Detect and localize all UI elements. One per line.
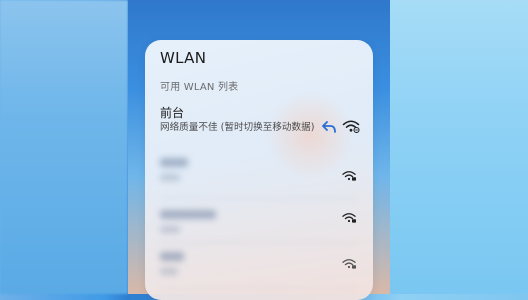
wifi-locked-icon	[342, 259, 356, 269]
wifi-weak-signal-icon	[342, 120, 360, 133]
wifi-locked-icon	[342, 213, 356, 223]
network-status: 网络质量不佳 (暂时切换至移动数据)	[160, 122, 315, 133]
panel-title: WLAN	[160, 49, 207, 67]
network-detail-redacted	[160, 268, 178, 275]
network-name: 前台	[160, 106, 185, 120]
wlan-panel: WLAN 可用 WLAN 列表 前台 网络质量不佳 (暂时切换至移动数据)	[145, 40, 373, 300]
list-item[interactable]	[160, 154, 350, 194]
network-list-blurred	[145, 148, 373, 300]
list-item[interactable]	[160, 206, 350, 246]
list-item[interactable]	[160, 248, 350, 288]
network-detail-redacted	[160, 174, 180, 181]
network-name-redacted	[160, 158, 188, 167]
network-name-redacted	[160, 210, 216, 219]
divider	[160, 288, 358, 289]
background-left-blurred	[0, 0, 128, 294]
divider	[160, 198, 358, 199]
undo-arrow-icon[interactable]	[321, 120, 337, 134]
divider	[160, 242, 358, 243]
network-name-redacted	[160, 252, 184, 261]
network-detail-redacted	[160, 226, 180, 233]
wifi-locked-icon	[342, 171, 356, 181]
available-networks-label: 可用 WLAN 列表	[160, 82, 239, 93]
background-right-blurred	[388, 0, 528, 294]
